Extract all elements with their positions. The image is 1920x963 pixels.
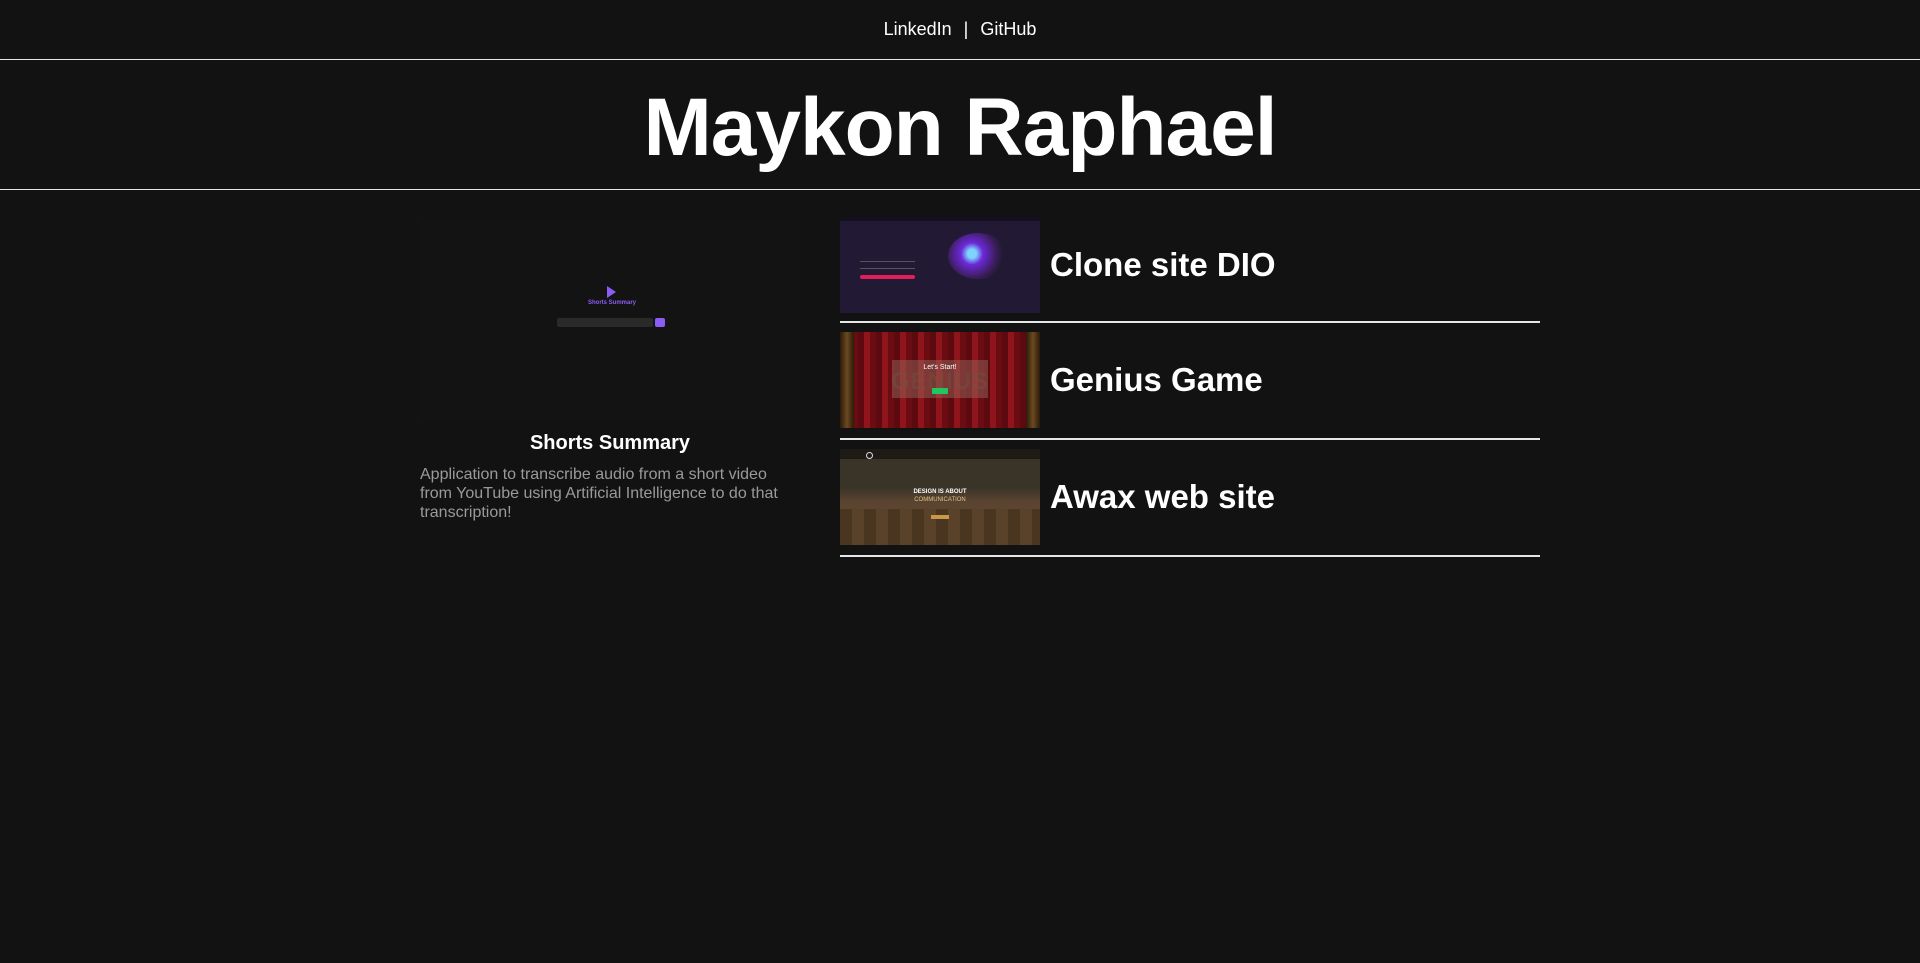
project-item-awax-web-site[interactable]: DESIGN IS ABOUT COMMUNICATION Awax web s…	[840, 440, 1540, 557]
projects-section: Shorts Summary Shorts Summary Applicatio…	[420, 216, 1540, 557]
thumb-navbar	[840, 216, 1040, 221]
project-list: Clone site DIO GENIUS Let's Start! Geniu…	[840, 216, 1540, 557]
thumb-heading: DESIGN IS ABOUT	[913, 488, 967, 495]
thumb-start-label: Let's Start!	[923, 363, 957, 371]
header: Maykon Raphael	[0, 60, 1920, 190]
github-logo-icon	[866, 451, 873, 459]
thumb-illustration	[948, 232, 1008, 279]
github-link[interactable]: GitHub	[980, 19, 1036, 40]
project-name[interactable]: Clone site DIO	[1050, 246, 1276, 284]
featured-project-description: Application to transcribe audio from a s…	[420, 466, 778, 521]
preview-title: Shorts Summary	[587, 300, 636, 306]
thumb-start-button	[932, 387, 948, 394]
project-thumbnail[interactable]: DESIGN IS ABOUT COMMUNICATION	[840, 448, 1040, 545]
page-title: Maykon Raphael	[643, 81, 1277, 173]
shorts-summary-preview: Shorts Summary	[557, 286, 667, 346]
project-thumbnail[interactable]	[840, 216, 1040, 313]
nav-separator: |	[963, 19, 969, 39]
project-item-genius-game[interactable]: GENIUS Let's Start! Genius Game	[840, 323, 1540, 440]
featured-project[interactable]: Shorts Summary Shorts Summary Applicatio…	[420, 220, 800, 557]
preview-input-box	[557, 318, 653, 327]
featured-project-thumbnail[interactable]: Shorts Summary	[420, 220, 800, 420]
thumb-text-lines	[860, 260, 915, 269]
project-item-clone-site-dio[interactable]: Clone site DIO	[840, 216, 1540, 323]
featured-project-title[interactable]: Shorts Summary	[420, 432, 800, 455]
project-thumbnail[interactable]: GENIUS Let's Start!	[840, 331, 1040, 428]
project-name[interactable]: Genius Game	[1050, 361, 1263, 399]
thumb-cta-button	[931, 514, 949, 519]
preview-input	[557, 318, 667, 327]
linkedin-link[interactable]: LinkedIn	[884, 19, 952, 40]
top-nav: LinkedIn | GitHub	[0, 0, 1920, 60]
project-name[interactable]: Awax web site	[1050, 478, 1275, 516]
play-icon	[607, 286, 616, 298]
thumb-cta-button	[860, 274, 915, 279]
preview-submit-button	[655, 318, 665, 327]
thumb-subheading: COMMUNICATION	[914, 496, 966, 503]
